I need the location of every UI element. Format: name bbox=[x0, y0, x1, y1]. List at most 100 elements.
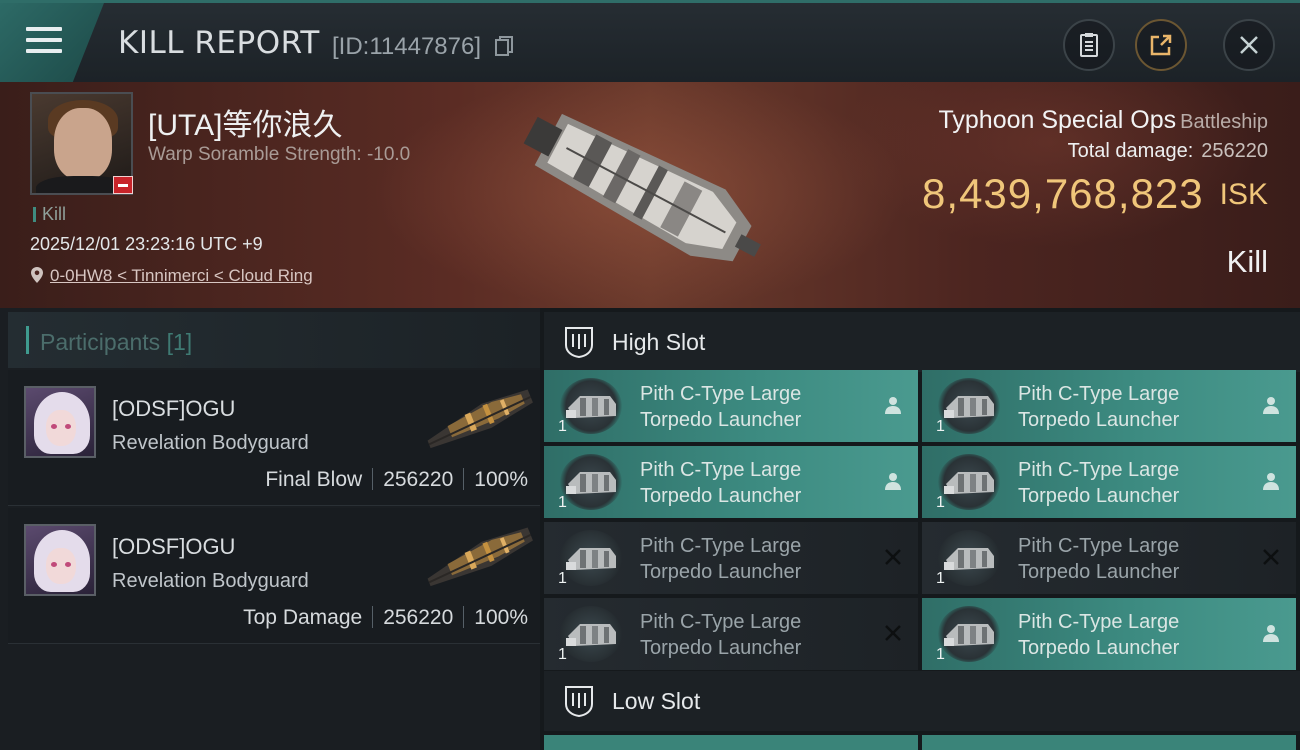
warp-scramble-strength: Warp Soramble Strength: -10.0 bbox=[148, 144, 411, 165]
module-name: Pith C-Type Large Torpedo Launcher bbox=[1018, 535, 1180, 583]
ship-class-text: Battleship bbox=[1180, 111, 1268, 133]
person-icon bbox=[882, 470, 904, 492]
copy-icon[interactable] bbox=[494, 35, 514, 57]
kill-tag: Kill bbox=[33, 204, 66, 225]
torpedo-launcher-icon bbox=[938, 606, 1000, 662]
participant-ship: Revelation Bodyguard bbox=[112, 432, 309, 454]
module-quantity: 1 bbox=[936, 494, 945, 511]
participant-ship-image bbox=[427, 527, 533, 587]
participant-percent: 100% bbox=[474, 606, 528, 629]
high-slot-icon bbox=[565, 327, 593, 359]
report-id: [ID:11447876] bbox=[332, 33, 482, 60]
header-bar: KILL REPORT [ID:11447876] bbox=[0, 0, 1300, 82]
module-name: Pith C-Type Large Torpedo Launcher bbox=[1018, 459, 1180, 507]
module-quantity: 1 bbox=[558, 418, 567, 435]
location-link[interactable]: 0-0HW8 < Tinnimerci < Cloud Ring bbox=[50, 266, 313, 285]
participant-stats: Top Damage 256220 100% bbox=[243, 606, 528, 630]
torpedo-launcher-icon bbox=[938, 454, 1000, 510]
report-result: Kill bbox=[1226, 244, 1268, 279]
participant-row[interactable]: [ODSF]OGU Revelation Bodyguard Top Damag… bbox=[8, 508, 540, 644]
avatar[interactable] bbox=[24, 386, 96, 458]
torpedo-launcher-icon bbox=[560, 530, 622, 586]
kill-tag-label: Kill bbox=[42, 204, 67, 224]
participant-damage: 256220 bbox=[383, 468, 454, 491]
x-icon bbox=[1260, 546, 1282, 568]
isk-unit: ISK bbox=[1219, 178, 1268, 211]
module-name: Pith C-Type Large Torpedo Launcher bbox=[640, 383, 802, 431]
high-slot-header: High Slot bbox=[544, 312, 1300, 372]
module-tile[interactable]: 1 Pith C-Type Large Torpedo Launcher bbox=[544, 598, 918, 670]
torpedo-launcher-icon bbox=[560, 454, 622, 510]
participant-role: Final Blow bbox=[265, 468, 363, 491]
share-icon bbox=[1150, 34, 1172, 56]
fitting-panel: High Slot 1 Pith C-Type Large Torpedo Laun… bbox=[540, 308, 1300, 750]
torpedo-launcher-icon bbox=[938, 530, 1000, 586]
page-title: KILL REPORT bbox=[118, 25, 320, 61]
share-button[interactable] bbox=[1135, 19, 1187, 71]
victim-name[interactable]: [UTA]等你浪久 bbox=[148, 100, 342, 144]
clipboard-icon bbox=[1080, 33, 1098, 57]
low-slot-module-peek[interactable] bbox=[544, 735, 918, 750]
module-tile[interactable]: 1 Pith C-Type Large Torpedo Launcher bbox=[544, 370, 918, 442]
standing-minus-icon bbox=[113, 176, 133, 194]
total-damage-value: 256220 bbox=[1201, 140, 1268, 162]
module-quantity: 1 bbox=[558, 494, 567, 511]
participant-ship-image bbox=[427, 389, 533, 449]
low-slot-icon bbox=[565, 686, 593, 718]
total-damage-label: Total damage: bbox=[1067, 140, 1194, 162]
participants-panel: Participants [1] [ODSF]OGU Revelation Bo… bbox=[0, 308, 540, 750]
participant-percent: 100% bbox=[474, 468, 528, 491]
close-icon bbox=[1240, 36, 1258, 54]
module-tile[interactable]: 1 Pith C-Type Large Torpedo Launcher bbox=[544, 446, 918, 518]
module-name: Pith C-Type Large Torpedo Launcher bbox=[640, 535, 802, 583]
torpedo-launcher-icon bbox=[560, 606, 622, 662]
low-slot-module-peek[interactable] bbox=[922, 735, 1296, 750]
person-icon bbox=[1260, 394, 1282, 416]
participant-name: [ODSF]OGU bbox=[112, 396, 236, 421]
torpedo-launcher-icon bbox=[938, 378, 1000, 434]
kill-timestamp: 2025/12/01 23:23:16 UTC +9 bbox=[30, 234, 263, 254]
module-quantity: 1 bbox=[936, 570, 945, 587]
participant-row[interactable]: [ODSF]OGU Revelation Bodyguard Final Blo… bbox=[8, 370, 540, 506]
module-quantity: 1 bbox=[558, 646, 567, 663]
low-slot-title: Low Slot bbox=[612, 688, 701, 714]
torpedo-launcher-icon bbox=[560, 378, 622, 434]
x-icon bbox=[882, 546, 904, 568]
menu-button[interactable] bbox=[0, 3, 104, 82]
module-tile[interactable]: 1 Pith C-Type Large Torpedo Launcher bbox=[922, 522, 1296, 594]
participant-ship: Revelation Bodyguard bbox=[112, 570, 309, 592]
avatar[interactable] bbox=[24, 524, 96, 596]
module-tile[interactable]: 1 Pith C-Type Large Torpedo Launcher bbox=[922, 446, 1296, 518]
participant-name: [ODSF]OGU bbox=[112, 534, 236, 559]
module-name: Pith C-Type Large Torpedo Launcher bbox=[1018, 611, 1180, 659]
person-icon bbox=[882, 394, 904, 416]
victim-ship-name[interactable]: Typhoon Special Ops Battleship bbox=[939, 106, 1269, 135]
participant-stats: Final Blow 256220 100% bbox=[265, 468, 528, 492]
person-icon bbox=[1260, 622, 1282, 644]
isk-amount: 8,439,768,823 bbox=[922, 170, 1204, 217]
kill-location[interactable]: 0-0HW8 < Tinnimerci < Cloud Ring bbox=[30, 266, 313, 286]
ship-name-text: Typhoon Special Ops bbox=[938, 106, 1177, 134]
location-pin-icon bbox=[31, 267, 43, 283]
close-button[interactable] bbox=[1223, 19, 1275, 71]
participant-damage: 256220 bbox=[383, 606, 454, 629]
module-tile[interactable]: 1 Pith C-Type Large Torpedo Launcher bbox=[922, 370, 1296, 442]
module-quantity: 1 bbox=[936, 646, 945, 663]
module-name: Pith C-Type Large Torpedo Launcher bbox=[1018, 383, 1180, 431]
total-damage: Total damage: 256220 bbox=[1068, 140, 1268, 163]
participants-header: Participants [1] bbox=[8, 312, 540, 368]
module-quantity: 1 bbox=[936, 418, 945, 435]
module-name: Pith C-Type Large Torpedo Launcher bbox=[640, 611, 802, 659]
high-slot-title: High Slot bbox=[612, 329, 706, 355]
low-slot-header: Low Slot bbox=[544, 671, 1300, 731]
clipboard-button[interactable] bbox=[1063, 19, 1115, 71]
victim-ship-image bbox=[523, 113, 761, 262]
module-tile[interactable]: 1 Pith C-Type Large Torpedo Launcher bbox=[922, 598, 1296, 670]
module-tile[interactable]: 1 Pith C-Type Large Torpedo Launcher bbox=[544, 522, 918, 594]
person-icon bbox=[1260, 470, 1282, 492]
module-name: Pith C-Type Large Torpedo Launcher bbox=[640, 459, 802, 507]
victim-banner: [UTA]等你浪久 Warp Soramble Strength: -10.0 … bbox=[0, 82, 1300, 308]
participant-role: Top Damage bbox=[243, 606, 363, 629]
participants-title: Participants [1] bbox=[40, 329, 193, 355]
hamburger-icon bbox=[26, 27, 62, 60]
